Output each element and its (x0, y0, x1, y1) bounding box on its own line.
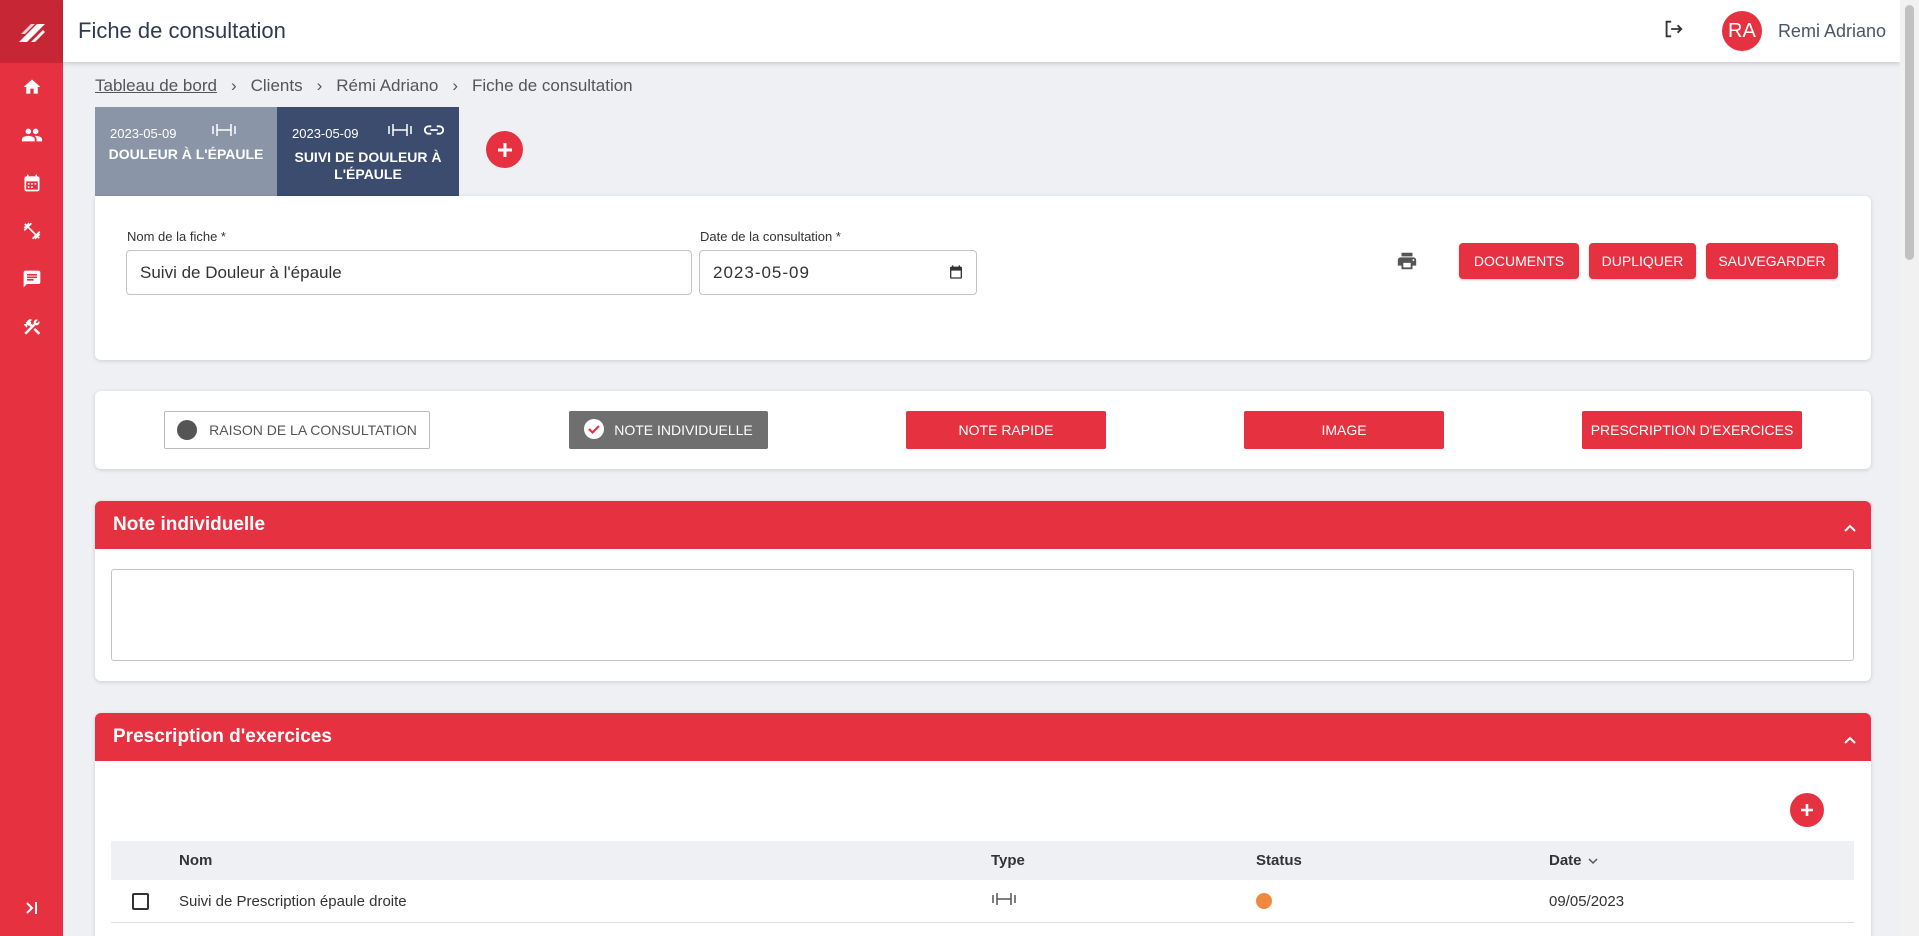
note-panel-header[interactable]: Note individuelle (95, 501, 1871, 549)
tab-date: 2023-05-09 (292, 126, 359, 141)
breadcrumb-separator-icon: › (452, 76, 458, 95)
user-name[interactable]: Remi Adriano (1778, 21, 1886, 42)
column-nom[interactable]: Nom (179, 852, 212, 869)
row-nom[interactable]: Suivi de Prescription épaule droite (179, 893, 407, 910)
print-icon[interactable] (1396, 250, 1418, 277)
add-consultation-button[interactable] (486, 131, 523, 168)
add-prescription-button[interactable] (1790, 793, 1824, 827)
scrollbar-thumb[interactable] (1905, 5, 1914, 260)
raison-label: RAISON DE LA CONSULTATION (209, 422, 417, 438)
exercise-type-icon (387, 122, 413, 143)
section-toggles-card: RAISON DE LA CONSULTATION NOTE INDIVIDUE… (95, 391, 1871, 469)
sort-down-icon (1587, 857, 1598, 864)
column-type[interactable]: Type (991, 852, 1025, 869)
consultation-form-card: Nom de la fiche * Suivi de Douleur à l'é… (95, 196, 1871, 360)
note-rapide-toggle-button[interactable]: NOTE RAPIDE (906, 411, 1106, 449)
date-label: Date de la consultation * (700, 229, 841, 244)
page-scrollbar[interactable] (1900, 0, 1919, 936)
calendar-picker-icon[interactable] (948, 264, 964, 285)
date-value: 2023-05-09 (713, 262, 810, 282)
breadcrumb-client-name[interactable]: Rémi Adriano (336, 76, 438, 96)
exercise-type-icon (211, 122, 237, 138)
note-textarea[interactable] (111, 569, 1854, 661)
note-individuelle-label: NOTE INDIVIDUELLE (614, 422, 753, 438)
note-individuelle-toggle-button[interactable]: NOTE INDIVIDUELLE (569, 411, 768, 449)
breadcrumb-dashboard[interactable]: Tableau de bord (95, 76, 217, 96)
tab-suivi-douleur-epaule[interactable]: 2023-05-09 SUIVI DE DOULEUR À L'ÉPAULE (277, 107, 459, 196)
name-input[interactable]: Suivi de Douleur à l'épaule (126, 250, 692, 295)
tools-icon[interactable] (0, 303, 63, 351)
tab-name: DOULEUR À L'ÉPAULE (108, 146, 264, 162)
page-title: Fiche de consultation (78, 18, 286, 43)
prescription-toggle-button[interactable]: PRESCRIPTION D'EXERCICES (1582, 411, 1802, 449)
date-input[interactable]: 2023-05-09 (699, 250, 977, 295)
column-date-label: Date (1549, 852, 1582, 869)
image-toggle-button[interactable]: IMAGE (1244, 411, 1444, 449)
clients-icon[interactable] (0, 111, 63, 159)
sidebar (0, 0, 63, 936)
tab-name: SUIVI DE DOULEUR À L'ÉPAULE (294, 149, 442, 182)
expand-sidebar-icon[interactable] (0, 900, 63, 916)
exercises-icon[interactable] (0, 207, 63, 255)
row-date: 09/05/2023 (1549, 892, 1625, 910)
app-logo[interactable] (0, 0, 63, 63)
table-row[interactable]: Suivi de Prescription épaule droite 09/0… (111, 880, 1854, 923)
logout-icon[interactable] (1662, 18, 1684, 45)
prescription-panel-title: Prescription d'exercices (113, 726, 332, 747)
calendar-icon[interactable] (0, 159, 63, 207)
home-icon[interactable] (0, 63, 63, 111)
plus-icon (497, 142, 512, 157)
raison-toggle-button[interactable]: RAISON DE LA CONSULTATION (164, 411, 430, 449)
link-icon[interactable] (423, 122, 445, 143)
note-individuelle-panel: Note individuelle (95, 501, 1871, 681)
top-bar: Fiche de consultation RA Remi Adriano (63, 0, 1900, 62)
chevron-up-icon[interactable] (1843, 517, 1857, 539)
breadcrumb-current: Fiche de consultation (471, 76, 633, 95)
column-date[interactable]: Date (1549, 852, 1598, 869)
tab-date: 2023-05-09 (110, 126, 177, 141)
row-checkbox[interactable] (132, 892, 149, 910)
column-status[interactable]: Status (1256, 852, 1302, 869)
breadcrumb-separator-icon: › (230, 76, 237, 95)
dupliquer-button[interactable]: DUPLIQUER (1589, 243, 1696, 279)
tab-douleur-epaule[interactable]: 2023-05-09 DOULEUR À L'ÉPAULE (95, 107, 277, 196)
breadcrumb-clients[interactable]: Clients (251, 76, 303, 96)
unchecked-circle-icon (177, 420, 198, 440)
prescription-panel: Prescription d'exercices Nom Type Status… (95, 713, 1871, 936)
documents-button[interactable]: DOCUMENTS (1459, 243, 1579, 279)
exercise-type-icon (991, 891, 1017, 911)
note-panel-title: Note individuelle (113, 514, 266, 535)
check-circle-icon (584, 418, 605, 442)
table-row[interactable] (111, 923, 1854, 936)
prescription-table: Nom Type Status Date Suivi de Prescripti… (111, 841, 1854, 936)
breadcrumb-separator-icon: › (316, 76, 323, 95)
messages-icon[interactable] (0, 255, 63, 303)
sauvegarder-button[interactable]: SAUVEGARDER (1706, 243, 1838, 279)
status-dot (1256, 893, 1272, 909)
table-header: Nom Type Status Date (111, 841, 1854, 880)
avatar[interactable]: RA (1721, 11, 1762, 51)
breadcrumb: Tableau de bord › Clients › Rémi Adriano… (95, 76, 633, 96)
name-label: Nom de la fiche * (127, 229, 226, 244)
chevron-up-icon[interactable] (1843, 729, 1857, 751)
plus-icon (1801, 804, 1813, 816)
prescription-panel-header[interactable]: Prescription d'exercices (95, 713, 1871, 761)
